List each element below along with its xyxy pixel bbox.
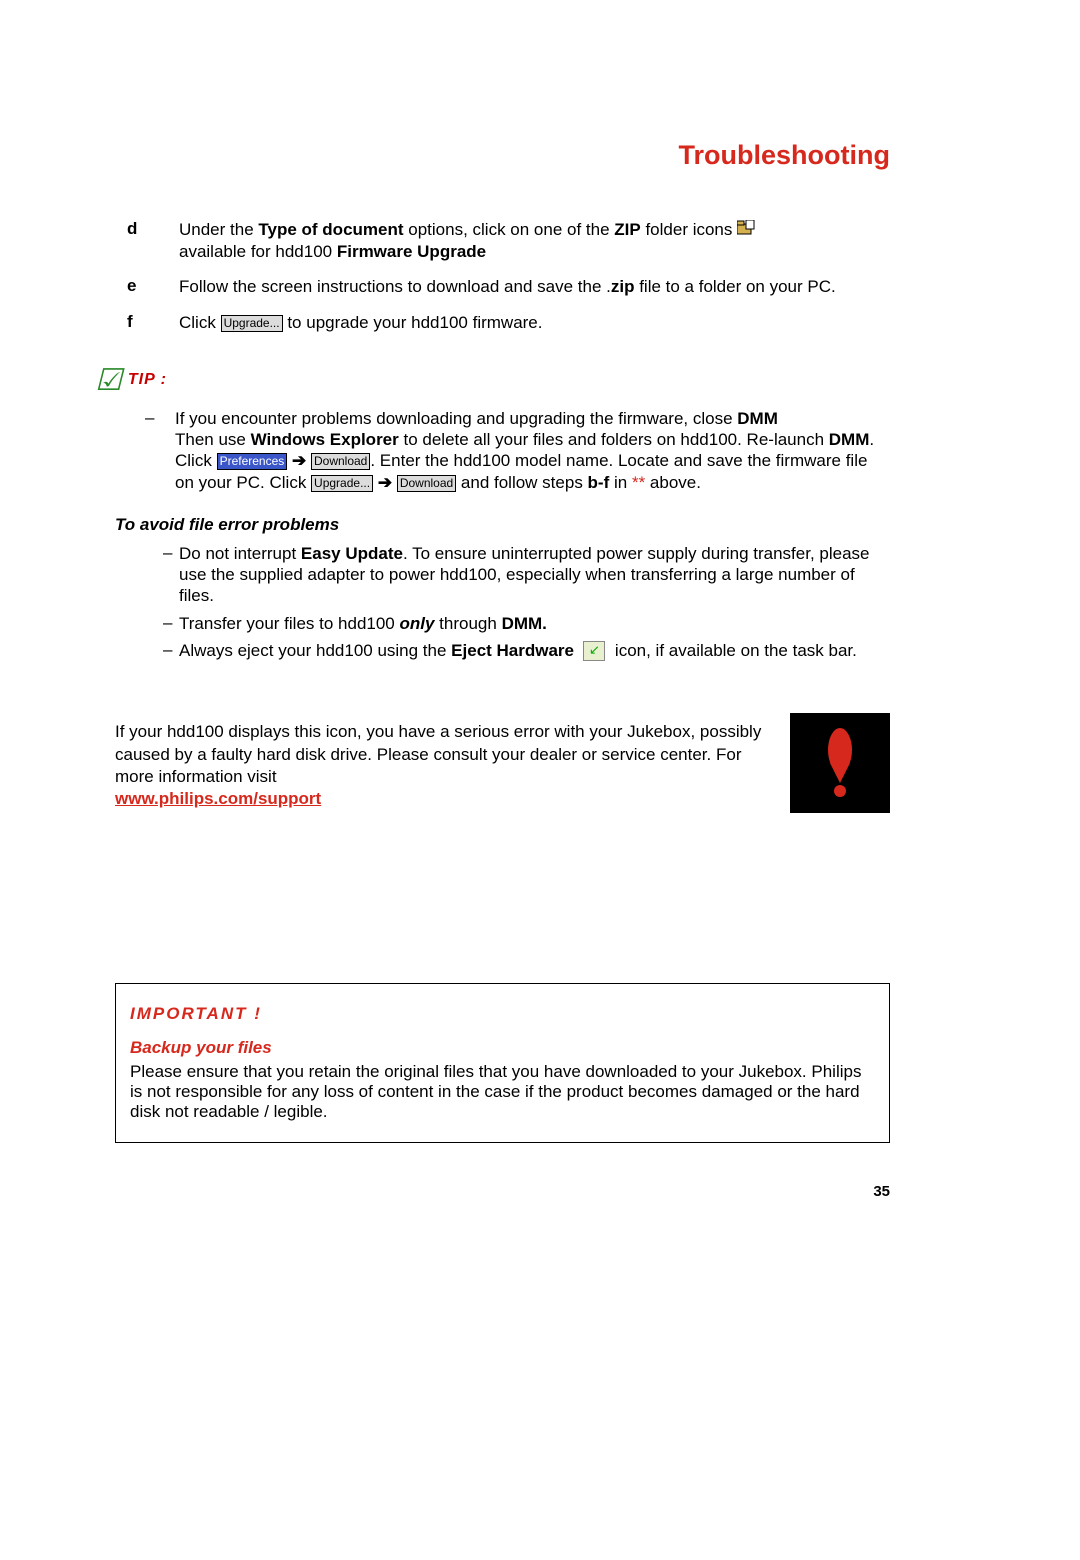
tip-header: ☑ TIP :: [95, 363, 890, 398]
text: available for hdd100: [179, 242, 337, 261]
important-subtitle: Backup your files: [130, 1038, 875, 1058]
text: folder icons: [641, 220, 737, 239]
checkmark-icon: ☑: [95, 363, 122, 398]
step-e: e Follow the screen instructions to down…: [115, 276, 890, 297]
text: file to a folder on your PC.: [634, 277, 835, 296]
important-title: IMPORTANT !: [130, 1004, 875, 1024]
page-title: Troubleshooting: [115, 140, 890, 171]
text: Then use: [175, 430, 251, 449]
bold: Easy Update: [301, 544, 403, 563]
bullet-content: Always eject your hdd100 using the Eject…: [179, 640, 890, 662]
support-link[interactable]: www.philips.com/support: [115, 789, 321, 808]
zip-folder-icon: [737, 220, 755, 241]
red-asterisks: **: [632, 473, 645, 492]
download-button-icon: Download: [397, 475, 456, 492]
italic-bold: only: [400, 614, 435, 633]
arrow-icon: ➔: [378, 473, 392, 492]
page-number: 35: [115, 1183, 890, 1200]
eject-hardware-icon: ↙: [583, 641, 605, 661]
bold: DMM.: [502, 614, 547, 633]
bold: Type of document: [258, 220, 403, 239]
text: icon, if available on the task bar.: [610, 641, 857, 660]
tip-bullet: – If you encounter problems downloading …: [115, 408, 890, 493]
text: to upgrade your hdd100 firmware.: [283, 313, 543, 332]
step-f: f Click Upgrade... to upgrade your hdd10…: [115, 312, 890, 333]
bold: ZIP: [614, 220, 640, 239]
bullet-dash: –: [115, 408, 175, 493]
step-letter: d: [115, 219, 179, 262]
upgrade-button-icon: Upgrade...: [311, 475, 373, 492]
important-box: IMPORTANT ! Backup your files Please ens…: [115, 983, 890, 1143]
avoid-bullet-1: – Do not interrupt Easy Update. To ensur…: [115, 543, 890, 607]
bold: b-f: [588, 473, 610, 492]
bold: Eject Hardware: [451, 641, 574, 660]
text: in: [609, 473, 632, 492]
bullet-dash: –: [115, 640, 179, 662]
avoid-heading: To avoid file error problems: [115, 515, 890, 535]
download-button-icon: Download: [311, 453, 370, 470]
arrow-icon: ➔: [292, 451, 306, 470]
avoid-bullet-2: – Transfer your files to hdd100 only thr…: [115, 613, 890, 634]
preferences-button-icon: Preferences: [217, 453, 288, 470]
text: Click: [179, 313, 221, 332]
step-list: d Under the Type of document options, cl…: [115, 219, 890, 333]
bullet-content: If you encounter problems downloading an…: [175, 408, 890, 493]
step-content: Follow the screen instructions to downlo…: [179, 276, 890, 297]
text: Transfer your files to hdd100: [179, 614, 400, 633]
step-content: Under the Type of document options, clic…: [179, 219, 890, 262]
bold: zip: [611, 277, 635, 296]
text: If your hdd100 displays this icon, you h…: [115, 722, 761, 785]
bold: Firmware Upgrade: [337, 242, 486, 261]
text: to delete all your files and folders on …: [399, 430, 829, 449]
text: and follow steps: [456, 473, 587, 492]
avoid-bullet-3: – Always eject your hdd100 using the Eje…: [115, 640, 890, 662]
error-text: If your hdd100 displays this icon, you h…: [115, 721, 770, 813]
text: options, click on one of the: [404, 220, 615, 239]
text: If you encounter problems downloading an…: [175, 409, 737, 428]
step-letter: f: [115, 312, 179, 333]
text: Under the: [179, 220, 258, 239]
step-d: d Under the Type of document options, cl…: [115, 219, 890, 262]
bullet-dash: –: [115, 613, 179, 634]
bold: DMM: [737, 409, 778, 428]
bold: Windows Explorer: [251, 430, 399, 449]
bullet-content: Do not interrupt Easy Update. To ensure …: [179, 543, 890, 607]
text: Always eject your hdd100 using the: [179, 641, 451, 660]
step-letter: e: [115, 276, 179, 297]
bold: DMM: [829, 430, 870, 449]
important-text: Please ensure that you retain the origin…: [130, 1062, 875, 1122]
step-content: Click Upgrade... to upgrade your hdd100 …: [179, 312, 890, 333]
upgrade-button-icon: Upgrade...: [221, 315, 283, 332]
text: through: [434, 614, 501, 633]
error-block: If your hdd100 displays this icon, you h…: [115, 721, 890, 813]
tip-label: TIP :: [128, 371, 167, 389]
text: Do not interrupt: [179, 544, 301, 563]
bullet-dash: –: [115, 543, 179, 607]
error-exclamation-icon: [790, 713, 890, 813]
bullet-content: Transfer your files to hdd100 only throu…: [179, 613, 890, 634]
text: above.: [645, 473, 701, 492]
text: Follow the screen instructions to downlo…: [179, 277, 611, 296]
